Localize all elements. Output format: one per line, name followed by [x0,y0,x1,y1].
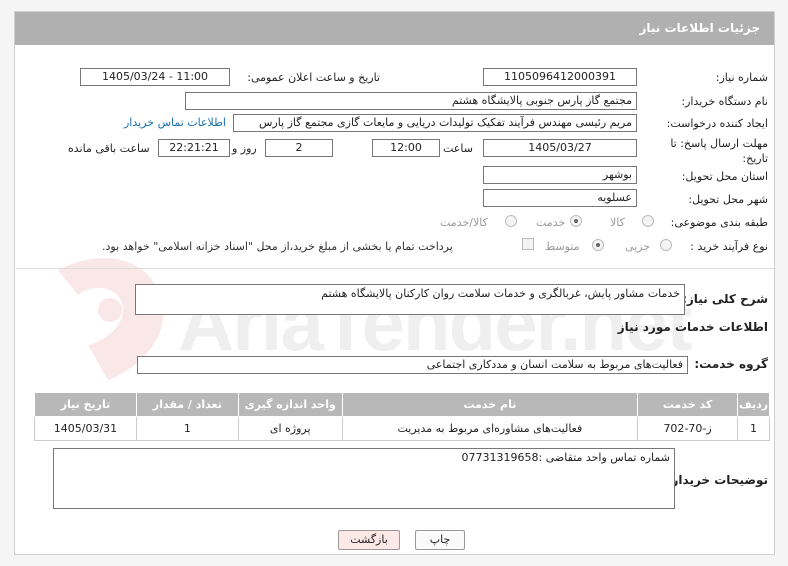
section-divider [16,268,776,269]
col-need-date: تاریخ نیاز [34,392,137,417]
deadline-label-line1: مهلت ارسال پاسخ: تا [670,137,768,150]
category-service-label: خدمت [536,216,566,229]
cell-need-date: 1405/03/31 [34,416,137,441]
time-remaining-field: 22:21:21 [158,139,230,157]
deadline-time-label: ساعت [443,142,473,155]
cell-unit: پروژه ای [237,416,343,441]
need-number-label: شماره نیاز: [715,71,768,84]
back-button[interactable]: بازگشت [338,530,400,550]
need-number-field: 1105096412000391 [483,68,637,86]
requester-field: مریم رئیسی مهندس فرآیند تفکیک تولیدات در… [233,114,637,132]
category-goods-radio[interactable] [642,215,654,227]
buyer-org-field: مجتمع گاز پارس جنوبی پالایشگاه هشتم [185,92,637,110]
treasury-payment-checkbox[interactable] [522,238,534,250]
process-minor-label: جزیی [625,240,651,253]
col-row-number: ردیف [737,392,770,417]
treasury-payment-note: پرداخت تمام یا بخشی از مبلغ خرید،از محل … [102,240,453,253]
process-type-label: نوع فرآیند خرید : [690,240,768,253]
category-goods-service-radio[interactable] [505,215,517,227]
buyer-notes-field: شماره تماس واحد متقاضی :07731319658 [53,448,675,509]
service-group-label: گروه خدمت: [694,357,768,371]
table-row: 1 ز-70-702 فعالیت‌های مشاوره‌ای مربوط به… [34,416,770,441]
buyer-org-label: نام دستگاه خریدار: [681,95,768,108]
cell-quantity: 1 [135,416,239,441]
announce-datetime-field: 1405/03/24 - 11:00 [80,68,230,86]
requester-label: ایجاد کننده درخواست: [666,117,768,130]
buyer-notes-label: توضیحات خریدار: [666,473,768,487]
process-minor-radio[interactable] [660,239,672,251]
col-unit: واحد اندازه گیری [237,392,343,417]
col-service-name: نام خدمت [341,392,639,417]
delivery-province-field: بوشهر [483,166,637,184]
panel-title: جزئیات اطلاعات نیاز [15,12,774,45]
category-goods-service-label: کالا/خدمت [440,216,488,229]
cell-service-code: ز-70-702 [637,416,739,441]
announce-datetime-label: تاریخ و ساعت اعلان عمومی: [247,71,380,84]
service-group-field: فعالیت‌های مربوط به سلامت انسان و مددکار… [137,356,688,374]
delivery-province-label: استان محل تحویل: [681,170,768,183]
col-service-code: کد خدمت [637,392,739,417]
time-remaining-label: ساعت باقی مانده [68,142,150,155]
cell-row-number: 1 [737,416,770,441]
category-goods-label: کالا [610,216,625,229]
deadline-label-line2: تاریخ: [742,152,768,165]
col-quantity: تعداد / مقدار [135,392,239,417]
print-button[interactable]: چاپ [415,530,465,550]
deadline-date-field: 1405/03/27 [483,139,637,157]
category-label: طبقه بندی موضوعی: [670,216,768,229]
days-remaining-field: 2 [265,139,333,157]
services-section-title: اطلاعات خدمات مورد نیاز [617,320,768,334]
summary-label: شرح کلی نیاز: [682,292,768,306]
process-medium-radio[interactable] [592,239,604,251]
deadline-time-field: 12:00 [372,139,440,157]
delivery-city-field: عسلویه [483,189,637,207]
delivery-city-label: شهر محل تحویل: [688,193,768,206]
process-medium-label: متوسط [545,240,580,253]
summary-field: خدمات مشاور پایش، غربالگری و خدمات سلامت… [135,284,685,315]
cell-service-name: فعالیت‌های مشاوره‌ای مربوط به مدیریت [341,416,639,441]
days-label: روز و [232,142,257,155]
buyer-contact-link[interactable]: اطلاعات تماس خریدار [124,116,226,129]
table-header-row: ردیف کد خدمت نام خدمت واحد اندازه گیری ت… [34,392,770,417]
services-table: ردیف کد خدمت نام خدمت واحد اندازه گیری ت… [34,392,770,441]
category-service-radio[interactable] [570,215,582,227]
